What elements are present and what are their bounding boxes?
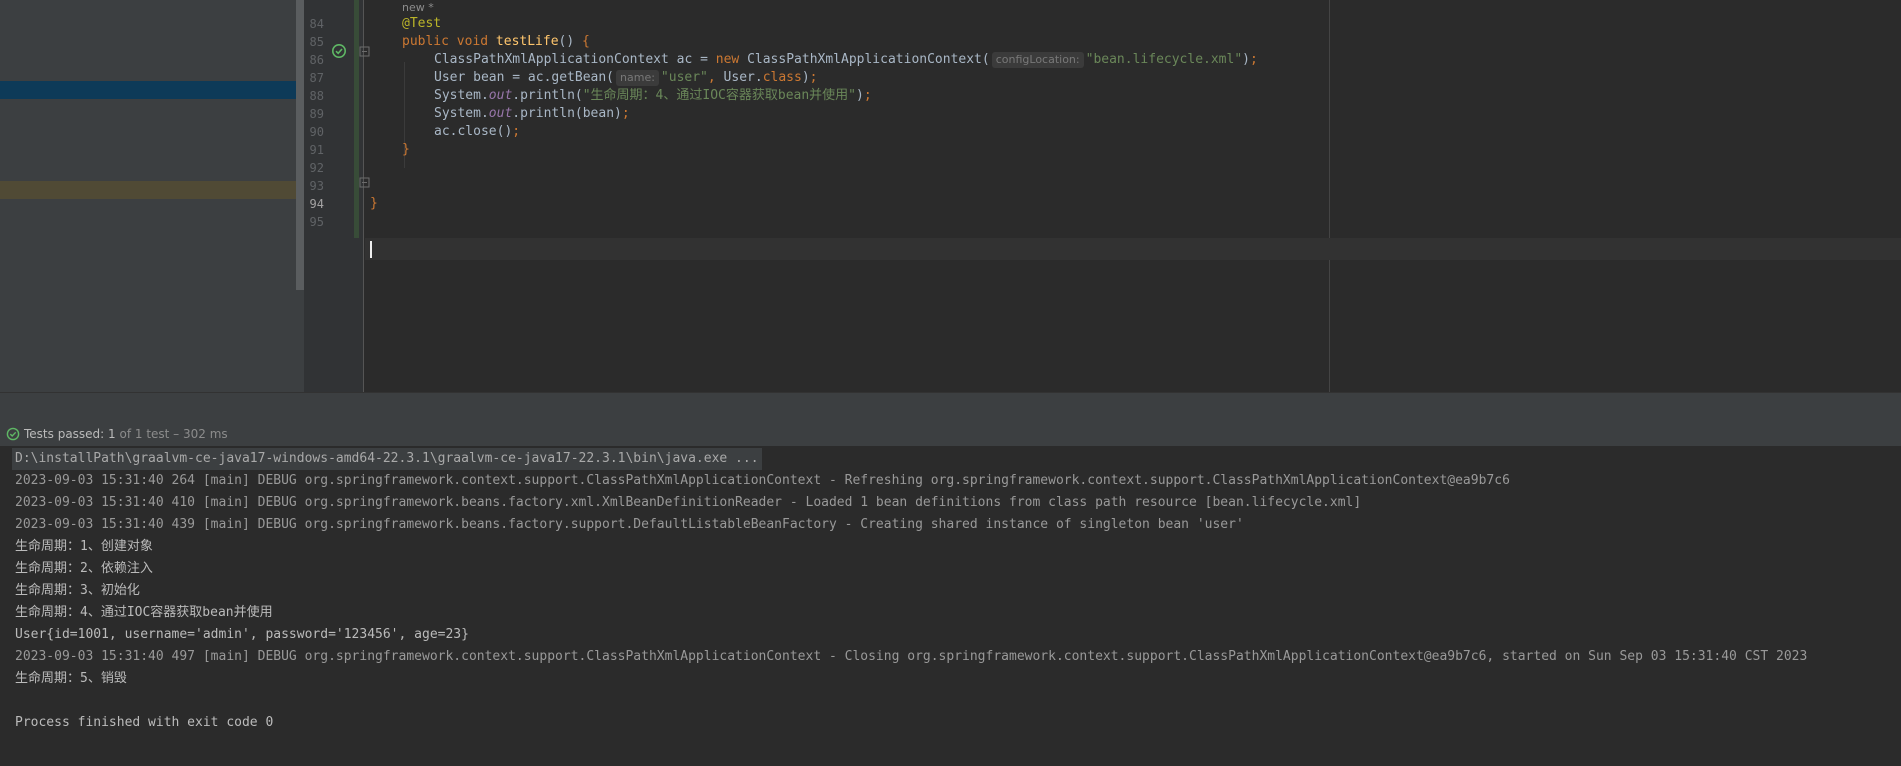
- code-token: class: [762, 70, 802, 85]
- console-line: 2023-09-03 15:31:40 264 [main] DEBUG org…: [15, 473, 1510, 488]
- code-token: new: [715, 52, 748, 67]
- code-token: ac.close(): [434, 124, 513, 139]
- code-token: "bean.lifecycle.xml": [1085, 52, 1243, 67]
- code-token: .println(bean): [512, 106, 622, 121]
- code-token: out: [488, 88, 513, 103]
- project-panel[interactable]: [0, 0, 304, 392]
- console-command-line[interactable]: D:\installPath\graalvm-ce-java17-windows…: [12, 448, 762, 470]
- test-status-main: Tests passed: 1: [24, 427, 116, 441]
- console-line: 2023-09-03 15:31:40 439 [main] DEBUG org…: [15, 517, 1244, 532]
- code-token: "生命周期：4、通过IOC容器获取bean并使用": [582, 88, 857, 103]
- console-line: Process finished with exit code 0: [15, 715, 274, 730]
- code-token: ,: [707, 70, 724, 85]
- text-caret: [370, 241, 372, 258]
- console-line: 生命周期：1、创建对象: [15, 539, 153, 554]
- project-panel-scrollbar[interactable]: [296, 0, 304, 290]
- ide-window: new * 84 @Test 85 public void testLife() {8…: [0, 0, 1901, 766]
- code-token: "user": [660, 70, 708, 85]
- code-token: System.: [434, 88, 489, 103]
- console-line: 生命周期：2、依赖注入: [15, 561, 153, 576]
- code-token: }: [402, 142, 410, 157]
- console-line: 生命周期：3、初始化: [15, 583, 140, 598]
- console-line: 2023-09-03 15:31:40 497 [main] DEBUG org…: [15, 649, 1808, 664]
- code-token: ;: [1250, 52, 1258, 67]
- code-token: }: [370, 196, 378, 211]
- run-console[interactable]: D:\installPath\graalvm-ce-java17-windows…: [0, 447, 1901, 766]
- code-token: out: [488, 106, 513, 121]
- console-line: User{id=1001, username='admin', password…: [15, 627, 469, 642]
- code-token: ;: [621, 106, 630, 121]
- code-token: ClassPathXmlApplicationContext(: [747, 52, 990, 67]
- code-token: ): [801, 70, 810, 85]
- code-token: {: [582, 34, 590, 49]
- code-token: ;: [863, 88, 872, 103]
- code-token: public void: [402, 34, 496, 49]
- project-tree-selected-row[interactable]: [0, 81, 296, 99]
- code-token: ;: [809, 70, 818, 85]
- line-number: 95: [309, 215, 324, 229]
- test-status-text: Tests passed: 1 of 1 test – 302 ms: [24, 422, 228, 447]
- code-token: ): [856, 88, 864, 103]
- code-editor[interactable]: new * 84 @Test 85 public void testLife() {8…: [304, 0, 1901, 392]
- code-line[interactable]: 95: [304, 211, 1901, 233]
- code-token: (): [558, 34, 583, 49]
- code-token: ): [1242, 52, 1250, 67]
- code-token: System.: [434, 106, 489, 121]
- project-tree-highlighted-row[interactable]: [0, 181, 296, 199]
- test-status-bar: Tests passed: 1 of 1 test – 302 ms: [0, 422, 1901, 447]
- check-circle-icon: [6, 427, 20, 441]
- code-token: testLife: [495, 34, 559, 49]
- parameter-hint: name:: [616, 70, 659, 86]
- code-token: .println(: [512, 88, 583, 103]
- console-line: 2023-09-03 15:31:40 410 [main] DEBUG org…: [15, 495, 1362, 510]
- console-line: 生命周期：5、销毁: [15, 671, 127, 686]
- code-token: ClassPathXmlApplicationContext ac =: [434, 52, 716, 67]
- parameter-hint: configLocation:: [991, 52, 1084, 68]
- current-line-highlight: [365, 238, 1901, 260]
- code-token: User.: [723, 70, 763, 85]
- panel-splitter[interactable]: [0, 392, 1901, 422]
- console-line: 生命周期：4、通过IOC容器获取bean并使用: [15, 605, 273, 620]
- code-token: ;: [512, 124, 521, 139]
- code-token: @Test: [402, 16, 442, 31]
- test-status-detail: of 1 test – 302 ms: [115, 427, 228, 441]
- code-token: User bean = ac.getBean(: [434, 70, 615, 85]
